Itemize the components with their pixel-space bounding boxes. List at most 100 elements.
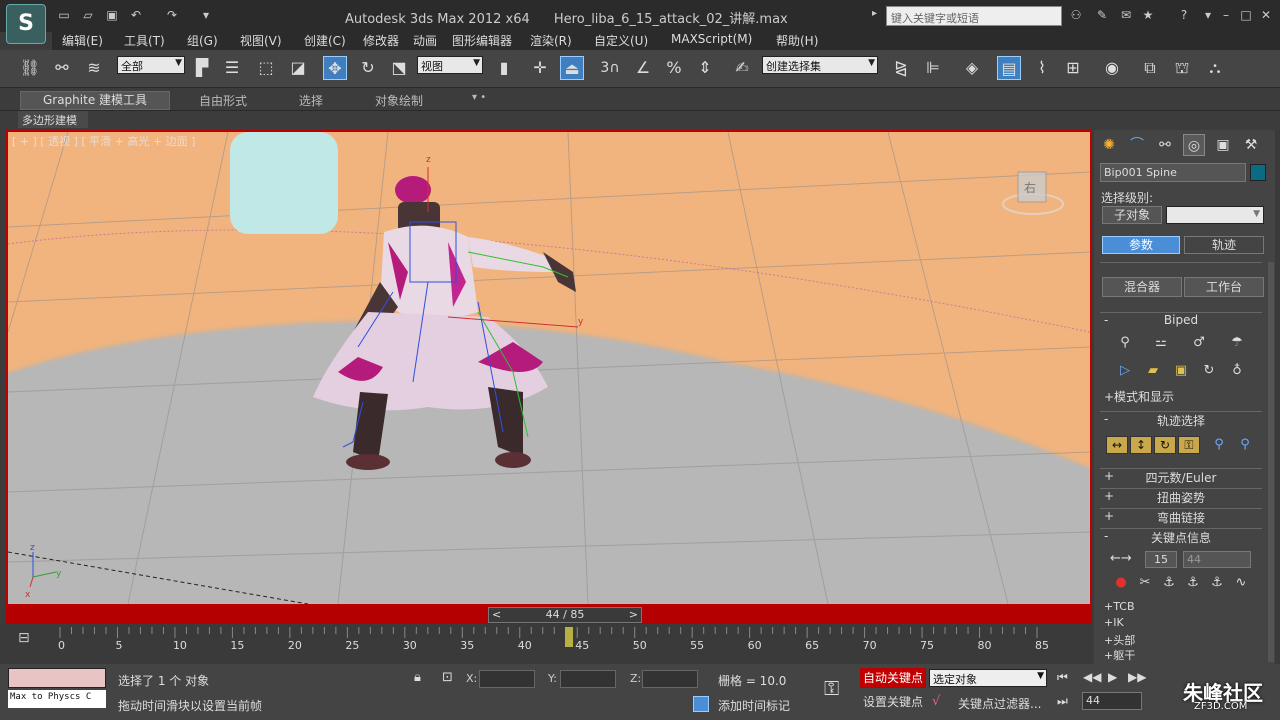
menu-graph-editors[interactable]: 图形编辑器	[452, 32, 512, 49]
material-editor-icon[interactable]: ◉	[1100, 56, 1124, 80]
set-sliding-key-icon[interactable]: ⚓	[1184, 574, 1202, 592]
next-frame-icon[interactable]: ▶▶	[1128, 670, 1146, 684]
menu-maxscript[interactable]: MAXScript(M)	[671, 32, 752, 46]
select-and-manipulate-icon[interactable]: ✛	[528, 56, 552, 80]
menu-help[interactable]: 帮助(H)	[776, 32, 818, 49]
mirror-icon[interactable]: ⧎	[889, 56, 913, 80]
modify-tab-icon[interactable]: ⌒	[1126, 134, 1148, 156]
current-frame-field[interactable]: 44	[1082, 692, 1142, 710]
menu-group[interactable]: 组(G)	[187, 32, 218, 49]
menu-create[interactable]: 创建(C)	[304, 32, 346, 49]
bend-links-rollout[interactable]: + 弯曲链接	[1100, 508, 1262, 525]
menu-rendering[interactable]: 渲染(R)	[530, 32, 572, 49]
align-icon[interactable]: ⊫	[921, 56, 945, 80]
viewport-scene[interactable]: z y 右 z y x	[8, 132, 1090, 604]
tcb-rollout[interactable]: +TCB	[1104, 600, 1135, 613]
curve-editor-icon[interactable]: ⌇	[1030, 56, 1054, 80]
quick-access-dropdown-icon[interactable]: ▾	[198, 8, 214, 22]
layer-manager-icon[interactable]: ◈	[960, 56, 984, 80]
menu-edit[interactable]: 编辑(E)	[62, 32, 103, 49]
unlink-selection-icon[interactable]: ⚯	[50, 56, 74, 80]
save-file-icon[interactable]: ▣	[104, 8, 120, 22]
select-and-link-icon[interactable]: ⛓	[18, 56, 42, 80]
new-file-icon[interactable]: ▭	[56, 8, 72, 22]
selection-filter-dropdown[interactable]: 全部 ▼	[117, 56, 185, 74]
symmetrical-icon[interactable]: ⚲	[1210, 436, 1228, 454]
binoculars-icon[interactable]: ⚇	[1068, 8, 1084, 22]
move-all-mode-icon[interactable]: ♁	[1228, 362, 1246, 380]
tab-object-paint[interactable]: 对象绘制	[375, 92, 423, 109]
undo-icon[interactable]: ↶	[128, 8, 144, 22]
edit-named-selection-icon[interactable]: ✍	[730, 56, 754, 80]
hierarchy-tab-icon[interactable]: ⚯	[1154, 134, 1176, 156]
twist-poses-rollout[interactable]: + 扭曲姿势	[1100, 488, 1262, 505]
angle-snap-icon[interactable]: ∠	[631, 56, 655, 80]
figure-mode-icon[interactable]: ⚲	[1116, 334, 1134, 352]
select-and-move-icon[interactable]: ✥	[323, 56, 347, 80]
bind-to-space-warp-icon[interactable]: ≋	[82, 56, 106, 80]
maxscript-listener-input[interactable]	[8, 668, 106, 688]
opposite-icon[interactable]: ⚲	[1236, 436, 1254, 454]
go-to-start-icon[interactable]: ⏮	[1057, 670, 1068, 685]
key-mode-dropdown[interactable]: 选定对象 ▼	[929, 669, 1047, 687]
tab-graphite-modeling[interactable]: Graphite 建模工具	[20, 91, 170, 110]
open-file-icon[interactable]: ▱	[80, 8, 96, 22]
tools-icon[interactable]: ✎	[1094, 8, 1110, 22]
load-file-icon[interactable]: ▰	[1144, 362, 1162, 380]
reference-coordinate-dropdown[interactable]: 视图 ▼	[417, 56, 483, 74]
rectangular-selection-icon[interactable]: ⬚	[254, 56, 278, 80]
workbench-button[interactable]: 工作台	[1184, 277, 1264, 297]
add-time-tag[interactable]: 添加时间标记	[718, 697, 790, 714]
body-vertical-icon[interactable]: ↕	[1130, 436, 1152, 454]
time-slider-prev[interactable]: <	[492, 608, 501, 622]
search-expand-icon[interactable]: ▸	[872, 8, 877, 19]
create-tab-icon[interactable]: ✺	[1098, 134, 1120, 156]
selection-lock-icon[interactable]: 🔒︎	[414, 670, 421, 685]
y-coordinate-field[interactable]	[560, 670, 616, 688]
help-search-input[interactable]: 键入关键字或短语	[886, 6, 1062, 26]
percent-snap-icon[interactable]: %	[662, 56, 686, 80]
head-rollout[interactable]: +头部	[1104, 632, 1135, 648]
play-icon[interactable]: ▶	[1108, 670, 1117, 684]
time-slider-next[interactable]: >	[629, 608, 638, 622]
auto-key-button[interactable]: 自动关键点	[860, 668, 926, 688]
menu-customize[interactable]: 自定义(U)	[594, 32, 648, 49]
track-selection-rollout-header[interactable]: - 轨迹选择	[1100, 411, 1262, 428]
key-filters-button[interactable]: 关键点过滤器...	[958, 695, 1041, 712]
menu-views[interactable]: 视图(V)	[240, 32, 282, 49]
mixer-button[interactable]: 混合器	[1102, 277, 1182, 297]
render-frame-window-icon[interactable]: ⛫	[1170, 56, 1194, 80]
application-menu-button[interactable]: S	[6, 4, 46, 44]
viewport-label[interactable]: [ + ] [ 透视 ] [ 平滑 + 高光 + 边面 ]	[12, 133, 195, 149]
biped-rollout-header[interactable]: - Biped	[1100, 312, 1262, 329]
time-slider[interactable]: < 44 / 85 >	[488, 607, 642, 623]
x-coordinate-field[interactable]	[479, 670, 535, 688]
key-time-field[interactable]: 44	[1183, 551, 1251, 568]
ribbon-options-icon[interactable]: ▾ •	[472, 92, 486, 103]
trajectories-tab[interactable]: 轨迹	[1184, 236, 1264, 254]
render-production-icon[interactable]: ⛬	[1203, 56, 1227, 80]
window-crossing-icon[interactable]: ◪	[286, 56, 310, 80]
menu-tools[interactable]: 工具(T)	[124, 32, 165, 49]
redo-icon[interactable]: ↷	[164, 8, 180, 22]
favorites-star-icon[interactable]: ★	[1140, 8, 1156, 22]
key-info-rollout[interactable]: - 关键点信息	[1100, 528, 1262, 545]
absolute-mode-icon[interactable]: ⊡	[442, 670, 453, 685]
mixer-mode-icon[interactable]: ☂	[1228, 334, 1246, 352]
object-color-swatch[interactable]	[1250, 164, 1266, 181]
tab-selection[interactable]: 选择	[299, 92, 323, 109]
schematic-view-icon[interactable]: ⊞	[1061, 56, 1085, 80]
previous-frame-icon[interactable]: ◀◀	[1083, 670, 1101, 684]
mode-display-rollout[interactable]: +模式和显示	[1104, 388, 1174, 405]
biped-playback-icon[interactable]: ▷	[1116, 362, 1134, 380]
time-tag-icon[interactable]	[693, 696, 709, 712]
convert-icon[interactable]: ↻	[1200, 362, 1218, 380]
keyboard-shortcut-override-icon[interactable]: ⏏	[560, 56, 584, 80]
help-dropdown-icon[interactable]: ▾	[1200, 8, 1216, 22]
select-by-name-icon[interactable]: ☰	[220, 56, 244, 80]
graphite-toggle-icon[interactable]: ▤	[997, 56, 1021, 80]
body-rollout[interactable]: +躯干	[1104, 647, 1135, 661]
set-planted-key-icon[interactable]: ⚓	[1160, 574, 1178, 592]
prev-next-key-icon[interactable]: ←→	[1110, 551, 1132, 566]
key-number-field[interactable]: 15	[1145, 551, 1177, 568]
